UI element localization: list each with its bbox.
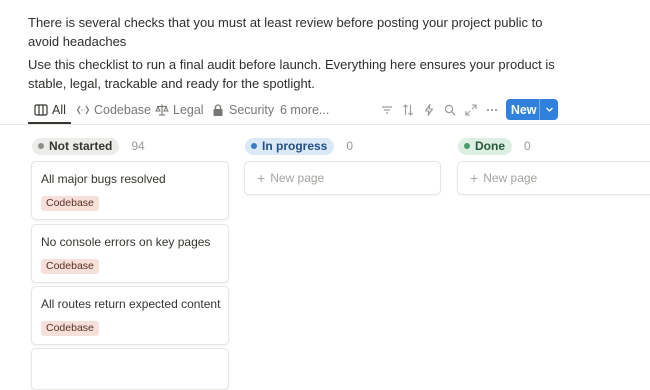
- status-badge[interactable]: Not started: [32, 137, 120, 155]
- tab-label: Codebase: [94, 103, 151, 117]
- new-page-button[interactable]: + New page: [244, 161, 441, 195]
- plus-icon: +: [470, 170, 479, 186]
- filter-icon[interactable]: [380, 103, 394, 117]
- intro-paragraph-1: There is several checks that you must at…: [28, 15, 543, 49]
- new-page-label: New page: [270, 171, 325, 185]
- intro-paragraph-2: Use this checklist to run a final audit …: [28, 57, 555, 91]
- column-count: 94: [131, 139, 145, 153]
- expand-icon[interactable]: [464, 103, 478, 117]
- column-header-done: Done 0: [458, 137, 531, 155]
- tab-label: Legal: [173, 103, 204, 117]
- board-icon: [34, 104, 48, 116]
- status-dot: [251, 143, 257, 149]
- status-badge[interactable]: Done: [458, 137, 512, 155]
- column-count: 0: [346, 139, 354, 153]
- sort-icon[interactable]: [401, 103, 415, 117]
- board-card[interactable]: [31, 348, 229, 390]
- lightning-icon[interactable]: [422, 103, 436, 117]
- card-title: No console errors on key pages: [41, 235, 211, 249]
- lock-icon: [213, 104, 223, 116]
- status-dot: [464, 143, 470, 149]
- view-toolbar: All Codebase Legal Security 6 more... Ne…: [28, 99, 650, 124]
- toolbar-divider: [0, 124, 650, 125]
- card-tag: Codebase: [41, 196, 99, 211]
- scale-icon: [155, 104, 169, 116]
- new-button-label: New: [510, 102, 537, 117]
- card-title: All routes return expected content: [41, 297, 221, 311]
- column-count: 0: [524, 139, 531, 153]
- column-header-not-started: Not started 94: [32, 137, 145, 155]
- status-label: Done: [475, 139, 505, 153]
- search-icon[interactable]: [443, 103, 457, 117]
- new-page-button[interactable]: + New page: [457, 161, 650, 195]
- tab-more[interactable]: 6 more...: [280, 99, 329, 121]
- column-header-in-progress: In progress 0: [245, 137, 353, 155]
- card-title: All major bugs resolved: [41, 172, 166, 186]
- tab-codebase[interactable]: Codebase: [76, 99, 151, 121]
- status-dot: [38, 143, 44, 149]
- tab-all[interactable]: All: [34, 99, 66, 121]
- plus-icon: +: [257, 170, 266, 186]
- status-label: In progress: [262, 139, 328, 153]
- board-card[interactable]: All major bugs resolved Codebase: [31, 161, 229, 220]
- new-page-label: New page: [483, 171, 538, 185]
- status-badge[interactable]: In progress: [245, 137, 335, 155]
- card-tag: Codebase: [41, 259, 99, 274]
- chevron-down-icon[interactable]: [540, 105, 558, 114]
- status-label: Not started: [49, 139, 113, 153]
- more-icon[interactable]: [485, 103, 499, 117]
- tab-legal[interactable]: Legal: [155, 99, 204, 121]
- tab-label: 6 more...: [280, 103, 330, 117]
- board-card[interactable]: All routes return expected content Codeb…: [31, 286, 229, 345]
- card-tag: Codebase: [41, 321, 99, 336]
- code-icon: [76, 105, 90, 115]
- board-card[interactable]: No console errors on key pages Codebase: [31, 224, 229, 283]
- tab-label: Security: [229, 103, 275, 117]
- tab-security[interactable]: Security: [211, 99, 274, 121]
- new-button[interactable]: New: [506, 99, 558, 120]
- tab-label: All: [52, 103, 66, 117]
